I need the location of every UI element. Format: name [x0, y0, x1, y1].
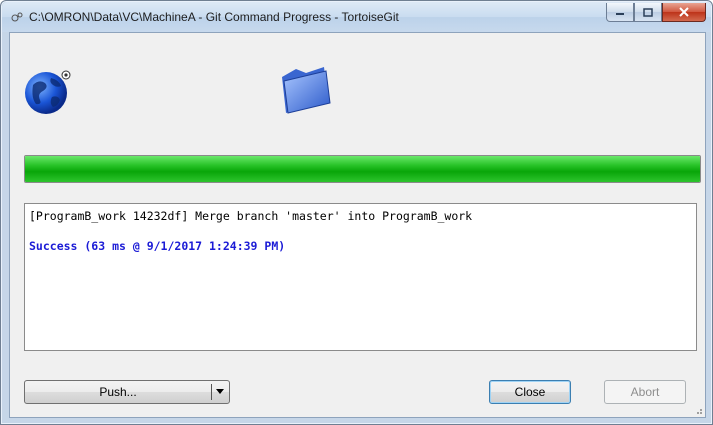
progress-bar-fill — [25, 156, 700, 182]
close-icon — [679, 7, 689, 17]
caption-buttons — [606, 3, 706, 23]
folder-icon — [282, 67, 331, 114]
success-message: Success (63 ms @ 9/1/2017 1:24:39 PM) — [29, 239, 286, 253]
globe-network-icon — [25, 70, 71, 114]
minimize-icon — [616, 13, 624, 15]
title-bar[interactable]: C:\OMRON\Data\VC\MachineA - Git Command … — [2, 2, 711, 32]
window-title: C:\OMRON\Data\VC\MachineA - Git Command … — [29, 10, 399, 24]
maximize-button[interactable] — [634, 3, 662, 22]
tortoisegit-progress-window: C:\OMRON\Data\VC\MachineA - Git Command … — [0, 0, 713, 425]
close-button[interactable]: Close — [489, 380, 571, 404]
command-output-log[interactable]: [ProgramB_work 14232df] Merge branch 'ma… — [24, 203, 697, 351]
resize-grip-icon[interactable] — [693, 405, 703, 415]
progress-bar — [24, 155, 701, 183]
dropdown-arrow-icon[interactable] — [216, 389, 224, 394]
minimize-button[interactable] — [606, 3, 634, 22]
push-split-button[interactable]: Push... — [24, 380, 230, 404]
tortoisegit-app-icon — [11, 12, 23, 22]
push-button-label: Push... — [99, 385, 137, 399]
log-line: [ProgramB_work 14232df] Merge branch 'ma… — [29, 209, 473, 223]
maximize-icon — [643, 7, 653, 17]
window-close-button[interactable] — [662, 3, 706, 22]
split-separator — [211, 384, 212, 400]
abort-button[interactable]: Abort — [604, 380, 686, 404]
dialog-client-area: [ProgramB_work 14232df] Merge branch 'ma… — [9, 32, 706, 418]
